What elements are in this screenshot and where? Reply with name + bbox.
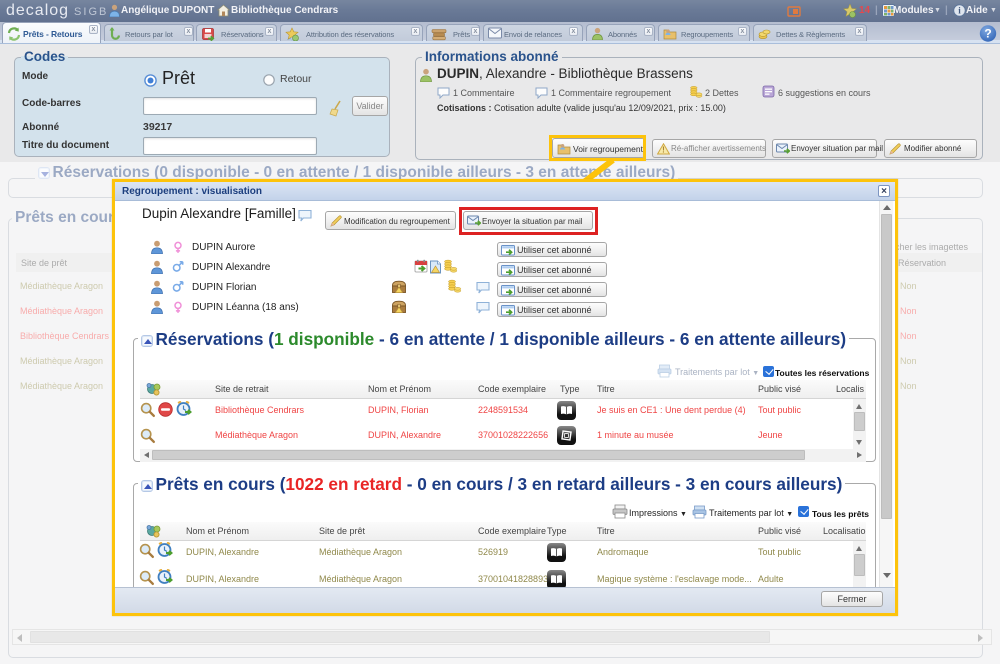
svg-text:!: ! — [662, 146, 665, 155]
svg-text:?: ? — [984, 27, 991, 41]
